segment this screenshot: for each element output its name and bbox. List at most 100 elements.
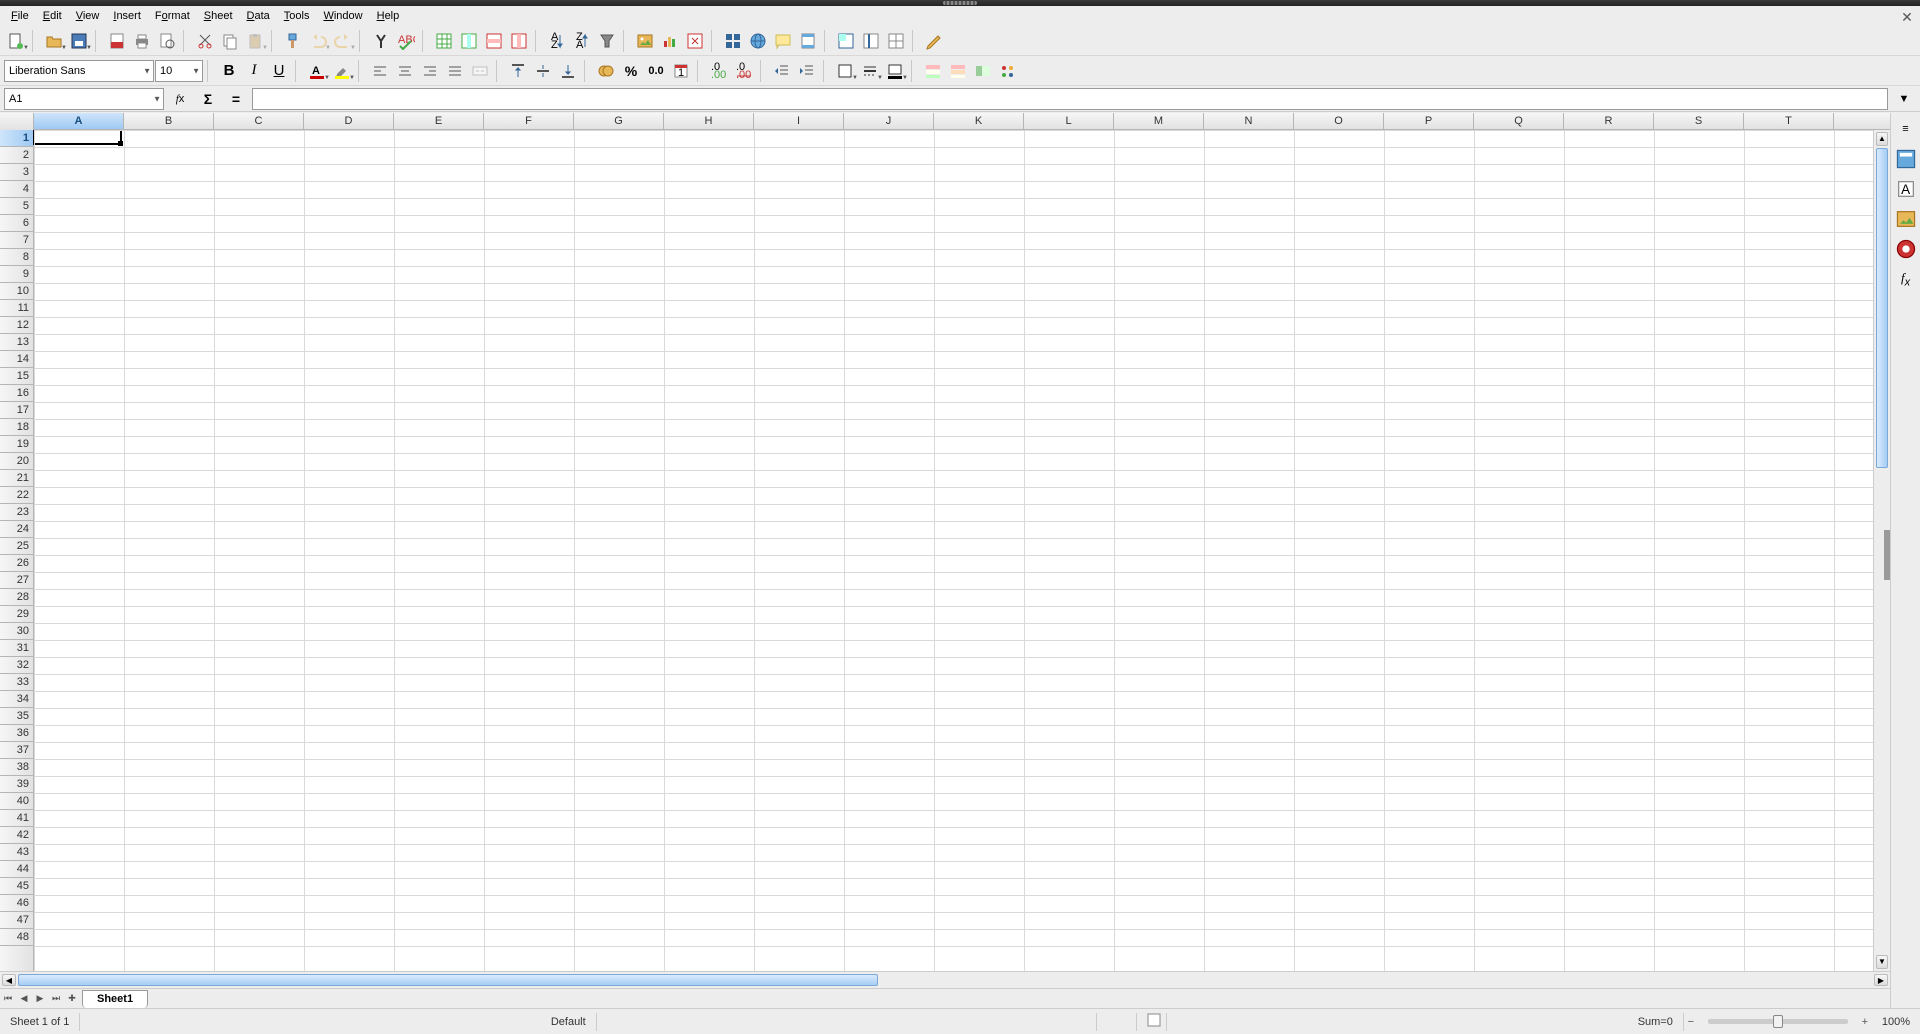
menu-data[interactable]: Data — [240, 8, 277, 24]
insert-pivot-button[interactable] — [683, 29, 707, 53]
row-header[interactable]: 32 — [0, 657, 33, 674]
font-color-button[interactable]: A▼ — [305, 59, 329, 83]
row-header[interactable]: 15 — [0, 368, 33, 385]
row-header[interactable]: 44 — [0, 861, 33, 878]
highlight-button[interactable]: ▼ — [330, 59, 354, 83]
row-header[interactable]: 19 — [0, 436, 33, 453]
align-middle-button[interactable] — [531, 59, 555, 83]
special-char-button[interactable] — [721, 29, 745, 53]
date-format-button[interactable]: 1 — [669, 59, 693, 83]
row-header[interactable]: 27 — [0, 572, 33, 589]
sheet-tab[interactable]: Sheet1 — [82, 990, 148, 1008]
row-header[interactable]: 29 — [0, 606, 33, 623]
cut-button[interactable] — [193, 29, 217, 53]
italic-button[interactable]: I — [242, 59, 266, 83]
insert-col-button[interactable] — [457, 29, 481, 53]
column-header[interactable]: F — [484, 113, 574, 129]
column-header[interactable]: A — [34, 113, 124, 129]
decrease-indent-button[interactable] — [770, 59, 794, 83]
print-preview-button[interactable] — [155, 29, 179, 53]
add-decimal-button[interactable]: .0.00 — [707, 59, 731, 83]
insert-comment-button[interactable] — [771, 29, 795, 53]
scroll-up-button[interactable]: ▲ — [1876, 132, 1888, 146]
column-header[interactable]: R — [1564, 113, 1654, 129]
navigator-panel-button[interactable] — [1894, 237, 1918, 261]
menu-help[interactable]: Help — [370, 8, 407, 24]
align-bottom-button[interactable] — [556, 59, 580, 83]
add-sheet-button[interactable]: ✚ — [64, 991, 80, 1007]
column-header[interactable]: B — [124, 113, 214, 129]
insert-chart-button[interactable] — [658, 29, 682, 53]
row-header[interactable]: 47 — [0, 912, 33, 929]
sort-asc-button[interactable]: AZ — [545, 29, 569, 53]
hyperlink-button[interactable] — [746, 29, 770, 53]
row-header[interactable]: 18 — [0, 419, 33, 436]
print-button[interactable] — [130, 29, 154, 53]
row-header[interactable]: 13 — [0, 334, 33, 351]
row-header[interactable]: 42 — [0, 827, 33, 844]
row-header[interactable]: 21 — [0, 470, 33, 487]
zoom-slider[interactable] — [1708, 1019, 1848, 1024]
row-header[interactable]: 23 — [0, 504, 33, 521]
row-header[interactable]: 24 — [0, 521, 33, 538]
show-draw-button[interactable] — [922, 29, 946, 53]
column-header[interactable]: S — [1654, 113, 1744, 129]
sort-desc-button[interactable]: ZA — [570, 29, 594, 53]
active-cell-cursor[interactable] — [33, 130, 122, 145]
row-header[interactable]: 48 — [0, 929, 33, 946]
formula-input[interactable] — [252, 88, 1888, 110]
align-left-button[interactable] — [368, 59, 392, 83]
column-header[interactable]: O — [1294, 113, 1384, 129]
tab-first-button[interactable]: ⏮ — [0, 991, 16, 1007]
row-header[interactable]: 30 — [0, 623, 33, 640]
zoom-level[interactable]: 100% — [1872, 1013, 1920, 1031]
chevron-down-icon[interactable]: ▼ — [153, 94, 161, 103]
cell-grid[interactable] — [34, 130, 1873, 971]
row-header[interactable]: 35 — [0, 708, 33, 725]
row-header[interactable]: 2 — [0, 147, 33, 164]
currency-button[interactable] — [594, 59, 618, 83]
row-header[interactable]: 38 — [0, 759, 33, 776]
cond-format-1-button[interactable] — [921, 59, 945, 83]
cond-format-3-button[interactable] — [971, 59, 995, 83]
sum-button[interactable]: Σ — [196, 88, 220, 110]
find-button[interactable] — [369, 29, 393, 53]
vertical-scrollbar[interactable]: ▲ ▼ — [1873, 130, 1890, 971]
border-style-button[interactable]: ▼ — [858, 59, 882, 83]
percent-button[interactable]: % — [619, 59, 643, 83]
undo-button[interactable]: ▼ — [306, 29, 330, 53]
fill-handle[interactable] — [118, 141, 123, 146]
menu-window[interactable]: Window — [316, 8, 369, 24]
font-name-combo[interactable]: Liberation Sans▼ — [4, 60, 154, 82]
properties-panel-button[interactable] — [1894, 147, 1918, 171]
tab-prev-button[interactable]: ◀ — [16, 991, 32, 1007]
row-header[interactable]: 20 — [0, 453, 33, 470]
paste-button[interactable]: ▼ — [243, 29, 267, 53]
bold-button[interactable]: B — [217, 59, 241, 83]
align-right-button[interactable] — [418, 59, 442, 83]
menu-sheet[interactable]: Sheet — [197, 8, 240, 24]
status-sum[interactable]: Sum=0 — [1628, 1013, 1684, 1031]
menu-format[interactable]: Format — [148, 8, 197, 24]
menu-tools[interactable]: Tools — [277, 8, 317, 24]
spellcheck-button[interactable]: ABC — [394, 29, 418, 53]
row-header[interactable]: 39 — [0, 776, 33, 793]
align-center-button[interactable] — [393, 59, 417, 83]
redo-button[interactable]: ▼ — [331, 29, 355, 53]
menu-view[interactable]: View — [69, 8, 107, 24]
new-doc-button[interactable]: ▼ — [4, 29, 28, 53]
chevron-down-icon[interactable]: ▼ — [192, 66, 200, 75]
export-pdf-button[interactable] — [105, 29, 129, 53]
row-header[interactable]: 37 — [0, 742, 33, 759]
gallery-panel-button[interactable] — [1894, 207, 1918, 231]
column-header[interactable]: K — [934, 113, 1024, 129]
underline-button[interactable]: U — [267, 59, 291, 83]
column-header[interactable]: P — [1384, 113, 1474, 129]
scroll-down-button[interactable]: ▼ — [1876, 955, 1888, 969]
functions-panel-button[interactable]: fx — [1894, 267, 1918, 291]
row-header[interactable]: 40 — [0, 793, 33, 810]
column-header[interactable]: T — [1744, 113, 1834, 129]
cond-format-4-button[interactable] — [996, 59, 1020, 83]
row-header[interactable]: 7 — [0, 232, 33, 249]
row-header[interactable]: 31 — [0, 640, 33, 657]
